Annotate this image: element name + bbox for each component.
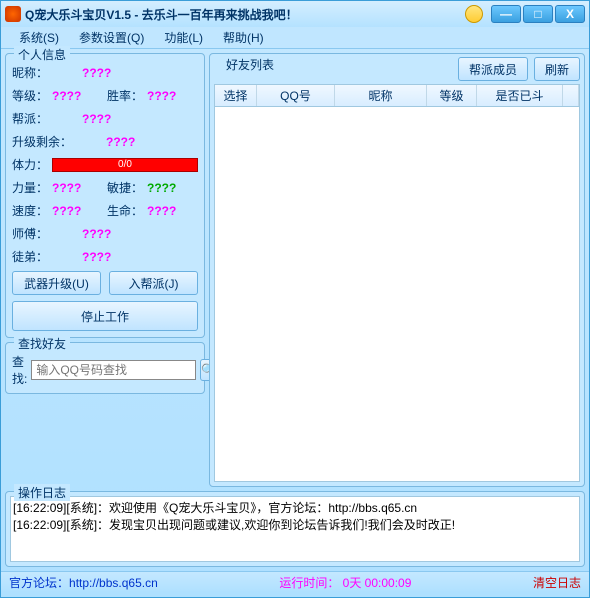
search-box: 查找好友 查找: 🔍 — [5, 342, 205, 394]
upgrade-value: ???? — [106, 135, 135, 149]
maximize-button[interactable]: □ — [523, 5, 553, 23]
titlebar: Q宠大乐斗宝贝V1.5 - 去乐斗一百年再来挑战我吧！ — □ X — [1, 1, 589, 27]
info-grid: 昵称： ???? 等级： ???? 胜率： ???? 帮派： ???? 升级剩余… — [12, 64, 198, 265]
apprentice-value: ???? — [82, 250, 111, 264]
upgrade-label: 升级剩余： — [12, 133, 72, 150]
winrate-value: ???? — [147, 89, 198, 103]
agi-value: ???? — [147, 181, 198, 195]
refresh-button[interactable]: 刷新 — [534, 57, 580, 81]
minimize-button[interactable]: — — [491, 5, 521, 23]
left-panel: 个人信息 昵称： ???? 等级： ???? 胜率： ???? 帮派： ???? — [5, 53, 205, 487]
runtime-wrap: 运行时间： 0天 00:00:09 — [279, 574, 411, 591]
statusbar: 官方论坛：http://bbs.q65.cn 运行时间： 0天 00:00:09… — [1, 571, 589, 593]
col-qq[interactable]: QQ号 — [257, 85, 335, 106]
faction-value: ???? — [82, 112, 111, 126]
clear-log-button[interactable]: 清空日志 — [533, 574, 581, 591]
col-nick[interactable]: 昵称 — [335, 85, 427, 106]
col-fought[interactable]: 是否已斗 — [477, 85, 563, 106]
spd-label: 速度： — [12, 202, 48, 219]
personal-info-box: 个人信息 昵称： ???? 等级： ???? 胜率： ???? 帮派： ???? — [5, 53, 205, 338]
forum-link-wrap: 官方论坛：http://bbs.q65.cn — [9, 574, 158, 591]
forum-link[interactable]: http://bbs.q65.cn — [69, 576, 158, 590]
winrate-label: 胜率： — [107, 87, 143, 104]
menu-system[interactable]: 系统(S) — [9, 29, 69, 46]
search-row: 查找: 🔍 — [12, 353, 198, 387]
level-label: 等级： — [12, 87, 48, 104]
runtime-label: 运行时间： — [279, 576, 339, 590]
log-line: [16:22:09][系统]：欢迎使用《Q宠大乐斗宝贝》，官方论坛：http:/… — [13, 499, 577, 516]
faction-label: 帮派： — [12, 110, 48, 127]
stop-work-button[interactable]: 停止工作 — [12, 301, 198, 331]
friends-header: 好友列表 帮派成员 刷新 — [214, 58, 580, 80]
personal-info-legend: 个人信息 — [14, 46, 70, 63]
col-select[interactable]: 选择 — [215, 85, 257, 106]
spd-value: ???? — [52, 204, 103, 218]
master-label: 师傅： — [12, 225, 48, 242]
log-section: 操作日志 [16:22:09][系统]：欢迎使用《Q宠大乐斗宝贝》，官方论坛：h… — [5, 491, 585, 567]
search-legend: 查找好友 — [14, 335, 70, 352]
friends-table[interactable]: 选择 QQ号 昵称 等级 是否已斗 — [214, 84, 580, 482]
menu-param[interactable]: 参数设置(Q) — [69, 29, 154, 46]
log-fieldset: 操作日志 [16:22:09][系统]：欢迎使用《Q宠大乐斗宝贝》，官方论坛：h… — [5, 491, 585, 567]
str-label: 力量： — [12, 179, 48, 196]
str-value: ???? — [52, 181, 103, 195]
life-label: 生命： — [107, 202, 143, 219]
apprentice-label: 徒弟： — [12, 248, 48, 265]
search-label: 查找: — [12, 353, 27, 387]
faction-members-button[interactable]: 帮派成员 — [458, 57, 528, 81]
badge-icon — [465, 5, 483, 23]
level-value: ???? — [52, 89, 103, 103]
hp-label: 体力： — [12, 156, 48, 173]
master-value: ???? — [82, 227, 111, 241]
menu-func[interactable]: 功能(L) — [154, 29, 213, 46]
window-controls: — □ X — [491, 5, 585, 23]
hp-bar: 0/0 — [52, 158, 198, 172]
main-content: 个人信息 昵称： ???? 等级： ???? 胜率： ???? 帮派： ???? — [1, 49, 589, 491]
window-title: Q宠大乐斗宝贝V1.5 - 去乐斗一百年再来挑战我吧！ — [25, 6, 465, 23]
nickname-label: 昵称： — [12, 64, 48, 81]
friends-box: 好友列表 帮派成员 刷新 选择 QQ号 昵称 等级 是否已斗 — [209, 53, 585, 487]
weapon-upgrade-button[interactable]: 武器升级(U) — [12, 271, 101, 295]
forum-label: 官方论坛： — [9, 576, 69, 590]
col-level[interactable]: 等级 — [427, 85, 477, 106]
log-legend: 操作日志 — [14, 484, 70, 501]
search-input[interactable] — [31, 360, 196, 380]
life-value: ???? — [147, 204, 198, 218]
app-window: Q宠大乐斗宝贝V1.5 - 去乐斗一百年再来挑战我吧！ — □ X 系统(S) … — [0, 0, 590, 598]
log-line: [16:22:09][系统]：发现宝贝出现问题或建议,欢迎你到论坛告诉我们!我们… — [13, 516, 577, 533]
agi-label: 敏捷： — [107, 179, 143, 196]
app-icon — [5, 6, 21, 22]
menu-help[interactable]: 帮助(H) — [213, 29, 274, 46]
nickname-value: ???? — [82, 66, 111, 80]
log-box[interactable]: [16:22:09][系统]：欢迎使用《Q宠大乐斗宝贝》，官方论坛：http:/… — [10, 496, 580, 562]
action-buttons: 武器升级(U) 入帮派(J) — [12, 271, 198, 295]
col-spacer — [563, 85, 579, 106]
join-faction-button[interactable]: 入帮派(J) — [109, 271, 198, 295]
friends-legend: 好友列表 — [222, 56, 278, 73]
menubar: 系统(S) 参数设置(Q) 功能(L) 帮助(H) — [1, 27, 589, 49]
table-header: 选择 QQ号 昵称 等级 是否已斗 — [215, 85, 579, 107]
close-button[interactable]: X — [555, 5, 585, 23]
runtime-value: 0天 00:00:09 — [339, 576, 411, 590]
